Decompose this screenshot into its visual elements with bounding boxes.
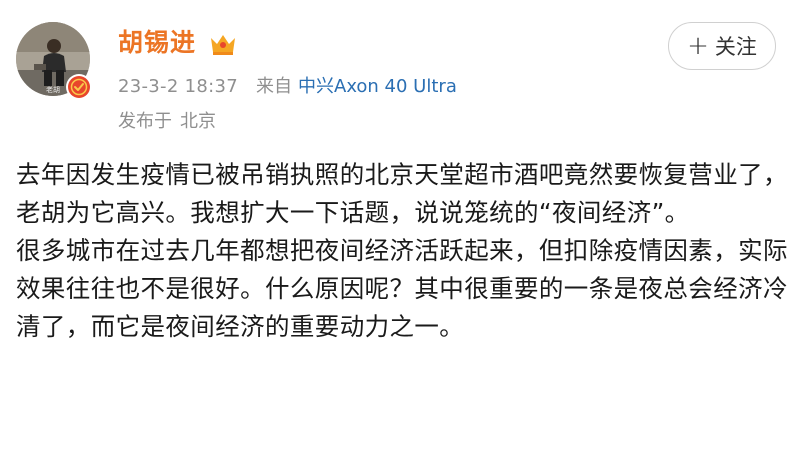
weibo-post-card: 老胡 胡锡进 23-3-2 18:37 来自 中兴Axon 40 Ultra 发布于…	[0, 0, 800, 476]
post-meta: 23-3-2 18:37 来自 中兴Axon 40 Ultra	[118, 75, 457, 99]
location-value: 北京	[180, 111, 216, 132]
verified-badge-icon	[66, 74, 92, 100]
post-date: 23-3-2 18:37	[118, 76, 238, 97]
from-label: 来自	[256, 76, 292, 97]
device-link[interactable]: 中兴Axon 40 Ultra	[298, 76, 457, 97]
plus-icon: +	[687, 31, 709, 61]
post-paragraph: 去年因发生疫情已被吊销执照的北京天堂超市酒吧竟然要恢复营业了，老胡为它高兴。我想…	[16, 160, 788, 227]
location-label: 发布于	[118, 111, 172, 132]
post-location: 发布于 北京	[118, 110, 216, 134]
post-body: 去年因发生疫情已被吊销执照的北京天堂超市酒吧竟然要恢复营业了，老胡为它高兴。我想…	[16, 156, 788, 346]
vip-crown-icon	[211, 35, 235, 55]
svg-text:老胡: 老胡	[46, 85, 60, 94]
user-name[interactable]: 胡锡进	[118, 26, 196, 60]
follow-label: 关注	[714, 35, 757, 59]
follow-button[interactable]: + 关注	[668, 22, 776, 70]
post-paragraph: 很多城市在过去几年都想把夜间经济活跃起来，但扣除疫情因素，实际效果往往也不是很好…	[16, 236, 788, 341]
